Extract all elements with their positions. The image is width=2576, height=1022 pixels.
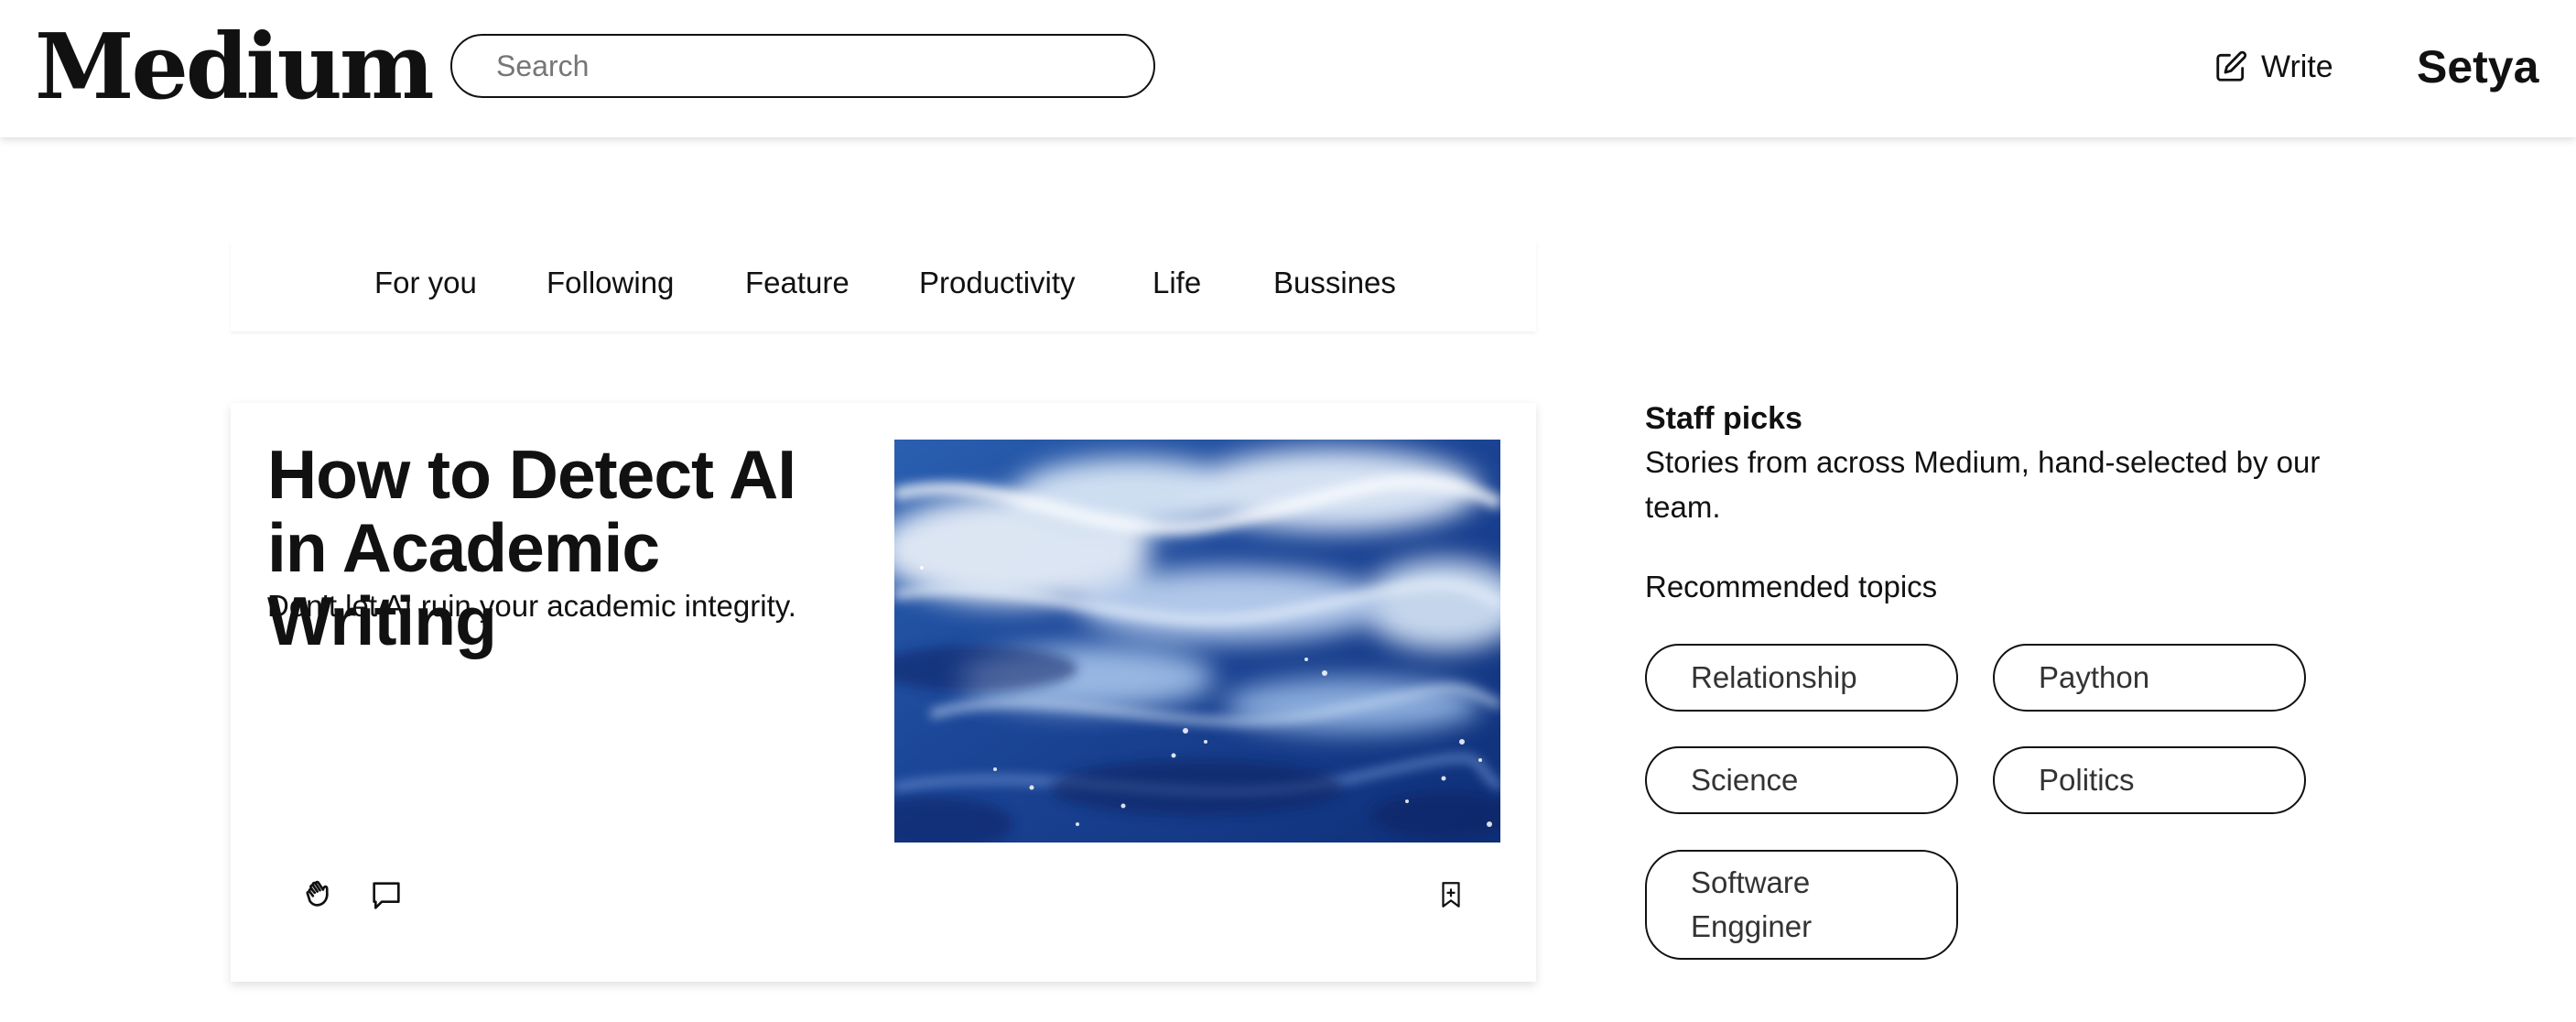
staff-picks-description: Stories from across Medium, hand-selecte… [1645, 445, 2321, 524]
tab-life[interactable]: Life [1153, 258, 1201, 308]
clap-icon[interactable] [302, 877, 339, 914]
topic-label: Software Engginer [1691, 865, 1813, 943]
tab-feature[interactable]: Feature [745, 258, 850, 308]
topic-label: Relationship [1691, 660, 1857, 694]
article-subtitle: Don't let AI ruin your academic integrit… [267, 589, 796, 623]
topic-label: Paython [2039, 660, 2150, 694]
staff-picks-heading: Staff picks [1645, 401, 1802, 436]
comment-icon[interactable] [368, 877, 405, 914]
write-button[interactable]: Write [2213, 42, 2333, 92]
article-thumbnail[interactable] [894, 440, 1500, 843]
topic-chip-software-engginer[interactable]: Software Engginer [1645, 850, 1958, 960]
tab-bussines[interactable]: Bussines [1273, 258, 1396, 308]
topic-chip-politics[interactable]: Politics [1993, 746, 2306, 814]
tab-productivity[interactable]: Productivity [919, 258, 1076, 308]
article-card[interactable]: How to Detect AI in Academic Writing Don… [231, 403, 1536, 982]
write-icon [2216, 50, 2247, 82]
feed-tabs: For you Following Feature Productivity L… [231, 240, 1536, 332]
tab-following[interactable]: Following [547, 258, 674, 308]
search-bar[interactable] [450, 34, 1155, 98]
medium-logo[interactable]: Medium [35, 13, 435, 123]
topic-chip-science[interactable]: Science [1645, 746, 1958, 814]
user-profile-name[interactable]: Setya [2417, 35, 2538, 99]
tab-for-you[interactable]: For you [374, 258, 477, 308]
bookmark-icon[interactable] [1435, 879, 1467, 910]
topic-chip-relationship[interactable]: Relationship [1645, 644, 1958, 712]
recommended-topics-heading: Recommended topics [1645, 570, 1938, 603]
topic-label: Science [1691, 763, 1799, 797]
write-label: Write [2261, 49, 2333, 84]
search-input[interactable] [496, 36, 1128, 96]
ocean-waves-image [894, 440, 1500, 843]
topic-label: Politics [2039, 763, 2135, 797]
top-navbar: Medium Write Setya [0, 0, 2576, 137]
topic-chip-paython[interactable]: Paython [1993, 644, 2306, 712]
